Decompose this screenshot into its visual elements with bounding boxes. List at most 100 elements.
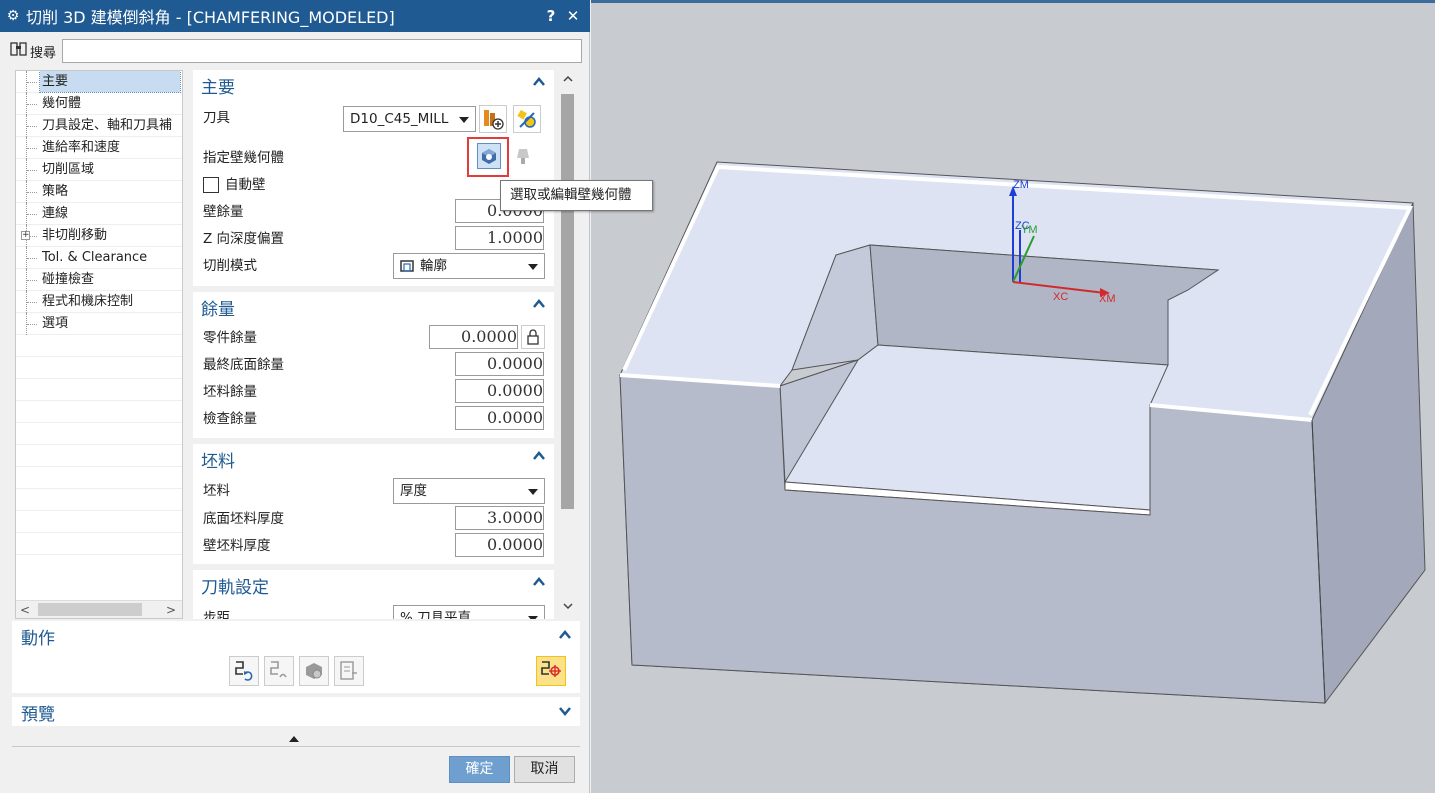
cancel-button[interactable]: 取消 bbox=[514, 756, 575, 783]
parameters-panel: 主要 刀具 D10_C45_MILL 指定壁幾何體 自動壁 壁餘量 Z 向深度偏… bbox=[193, 70, 575, 619]
edit-tool-icon[interactable] bbox=[513, 105, 541, 133]
group-stock-header[interactable]: 餘量 bbox=[193, 292, 554, 320]
wall-blank-thickness-label: 壁坯料厚度 bbox=[203, 538, 271, 554]
tree-empty-row bbox=[16, 379, 182, 401]
gear-icon: ⚙ bbox=[6, 8, 20, 24]
close-button[interactable]: ✕ bbox=[562, 7, 584, 25]
tree-item-strategy[interactable]: 策略 bbox=[16, 181, 182, 203]
model-view[interactable]: ZM ZC YM XC XM bbox=[591, 3, 1435, 793]
collapse-arrow-icon[interactable] bbox=[289, 736, 299, 742]
help-button[interactable]: ? bbox=[540, 7, 562, 25]
tree-item-geometry[interactable]: 幾何體 bbox=[16, 93, 182, 115]
lock-icon[interactable] bbox=[521, 325, 545, 349]
expand-icon[interactable]: + bbox=[21, 231, 30, 240]
highlight-toolpath-icon[interactable] bbox=[536, 656, 566, 686]
tool-dropdown[interactable]: D10_C45_MILL bbox=[343, 106, 476, 132]
scroll-thumb[interactable] bbox=[561, 94, 574, 509]
tree-item-collision[interactable]: 碰撞檢查 bbox=[16, 269, 182, 291]
xm-label: XM bbox=[1099, 293, 1116, 305]
tool-label: 刀具 bbox=[203, 110, 230, 126]
tree-item-machine-control[interactable]: 程式和機床控制 bbox=[16, 291, 182, 313]
group-main: 主要 刀具 D10_C45_MILL 指定壁幾何體 自動壁 壁餘量 Z 向深度偏… bbox=[193, 70, 554, 286]
group-main-title: 主要 bbox=[201, 78, 235, 98]
section-actions: 動作 bbox=[12, 621, 580, 693]
tree-item-feeds-speeds[interactable]: 進給率和速度 bbox=[16, 137, 182, 159]
floor-stock-label: 最終底面餘量 bbox=[203, 357, 284, 373]
new-tool-icon[interactable] bbox=[479, 105, 507, 133]
verify-toolpath-icon[interactable] bbox=[299, 656, 329, 686]
select-wall-geometry-icon[interactable] bbox=[477, 143, 501, 169]
expand-icon[interactable] bbox=[558, 704, 572, 718]
graphics-viewport[interactable]: ZM ZC YM XC XM bbox=[591, 0, 1435, 793]
part-stock-label: 零件餘量 bbox=[203, 330, 257, 346]
blank-type-label: 坯料 bbox=[203, 483, 230, 499]
tree-empty-row bbox=[16, 445, 182, 467]
collapse-icon[interactable] bbox=[532, 75, 546, 89]
group-path-header[interactable]: 刀軌設定 bbox=[193, 570, 554, 598]
flashlight-icon[interactable] bbox=[515, 146, 535, 166]
replay-toolpath-icon[interactable] bbox=[264, 656, 294, 686]
group-path-settings: 刀軌設定 步距 % 刀具平直 bbox=[193, 570, 554, 619]
floor-blank-thickness-input[interactable]: 3.0000 bbox=[455, 506, 544, 530]
stepover-dropdown[interactable]: % 刀具平直 bbox=[393, 605, 545, 619]
list-toolpath-icon[interactable] bbox=[334, 656, 364, 686]
xc-label: XC bbox=[1053, 291, 1068, 303]
binoculars-icon bbox=[10, 41, 30, 61]
tree-horizontal-scrollbar[interactable]: < > bbox=[16, 600, 182, 618]
search-input[interactable] bbox=[62, 39, 582, 63]
scroll-thumb[interactable] bbox=[38, 603, 142, 616]
tree-item-tool-setup[interactable]: 刀具設定、軸和刀具補 bbox=[16, 115, 182, 137]
scroll-right-icon[interactable]: > bbox=[162, 601, 180, 618]
tree-empty-row bbox=[16, 489, 182, 511]
group-blank-title: 坯料 bbox=[201, 452, 235, 472]
floor-stock-input[interactable]: 0.0000 bbox=[455, 352, 544, 376]
z-depth-input[interactable]: 1.0000 bbox=[455, 226, 544, 250]
tree-item-non-cutting[interactable]: + 非切削移動 bbox=[16, 225, 182, 247]
stepover-label: 步距 bbox=[203, 610, 230, 619]
auto-wall-checkbox[interactable] bbox=[203, 177, 219, 193]
collapse-icon[interactable] bbox=[532, 449, 546, 463]
scroll-left-icon[interactable]: < bbox=[16, 601, 34, 618]
part-stock-input[interactable]: 0.0000 bbox=[429, 325, 518, 349]
wall-stock-label: 壁餘量 bbox=[203, 204, 244, 220]
group-main-header[interactable]: 主要 bbox=[193, 70, 554, 98]
ym-label: YM bbox=[1021, 224, 1038, 236]
tree-item-main[interactable]: 主要 bbox=[16, 71, 182, 93]
tree-empty-row bbox=[16, 467, 182, 489]
tree-item-tolerance[interactable]: Tol. & Clearance bbox=[16, 247, 182, 269]
tree-item-connections[interactable]: 連線 bbox=[16, 203, 182, 225]
collapse-icon[interactable] bbox=[532, 575, 546, 589]
check-stock-input[interactable]: 0.0000 bbox=[455, 406, 544, 430]
group-blank-header[interactable]: 坯料 bbox=[193, 444, 554, 472]
generate-toolpath-icon[interactable] bbox=[229, 656, 259, 686]
cut-mode-dropdown[interactable]: 輪廓 bbox=[393, 253, 545, 279]
tree-empty-row bbox=[16, 423, 182, 445]
blank-stock-label: 坯料餘量 bbox=[203, 384, 257, 400]
scroll-up-icon[interactable] bbox=[559, 73, 576, 86]
title-bar: ⚙ 切削 3D 建模倒斜角 - [CHAMFERING_MODELED] ? ✕ bbox=[0, 0, 590, 32]
collapse-icon[interactable] bbox=[532, 297, 546, 311]
collapse-icon[interactable] bbox=[558, 628, 572, 642]
ok-button[interactable]: 確定 bbox=[449, 756, 510, 783]
zm-label: ZM bbox=[1013, 179, 1029, 191]
blank-type-dropdown[interactable]: 厚度 bbox=[393, 478, 545, 504]
tree-empty-row bbox=[16, 401, 182, 423]
group-stock: 餘量 零件餘量 0.0000 最終底面餘量 0.0000 坯料餘量 0.0000… bbox=[193, 292, 554, 438]
wall-geometry-label: 指定壁幾何體 bbox=[203, 150, 284, 166]
wall-blank-thickness-input[interactable]: 0.0000 bbox=[455, 533, 544, 557]
check-stock-label: 檢查餘量 bbox=[203, 411, 257, 427]
search-row: 搜尋 bbox=[10, 38, 582, 64]
search-label: 搜尋 bbox=[30, 45, 57, 61]
group-stock-title: 餘量 bbox=[201, 300, 235, 320]
blank-stock-input[interactable]: 0.0000 bbox=[455, 379, 544, 403]
group-blank: 坯料 坯料 厚度 底面坯料厚度 3.0000 壁坯料厚度 0.0000 bbox=[193, 444, 554, 564]
tree-item-cut-area[interactable]: 切削區域 bbox=[16, 159, 182, 181]
tree-item-options[interactable]: 選項 bbox=[16, 313, 182, 335]
dialog-title: 切削 3D 建模倒斜角 - [CHAMFERING_MODELED] bbox=[26, 8, 395, 27]
scroll-down-icon[interactable] bbox=[559, 600, 576, 613]
tree-empty-row bbox=[16, 511, 182, 533]
section-preview[interactable]: 預覽 bbox=[12, 697, 580, 726]
panel-vertical-scrollbar[interactable] bbox=[559, 70, 576, 619]
operation-dialog: ⚙ 切削 3D 建模倒斜角 - [CHAMFERING_MODELED] ? ✕… bbox=[0, 0, 653, 793]
preview-title: 預覽 bbox=[21, 705, 55, 725]
